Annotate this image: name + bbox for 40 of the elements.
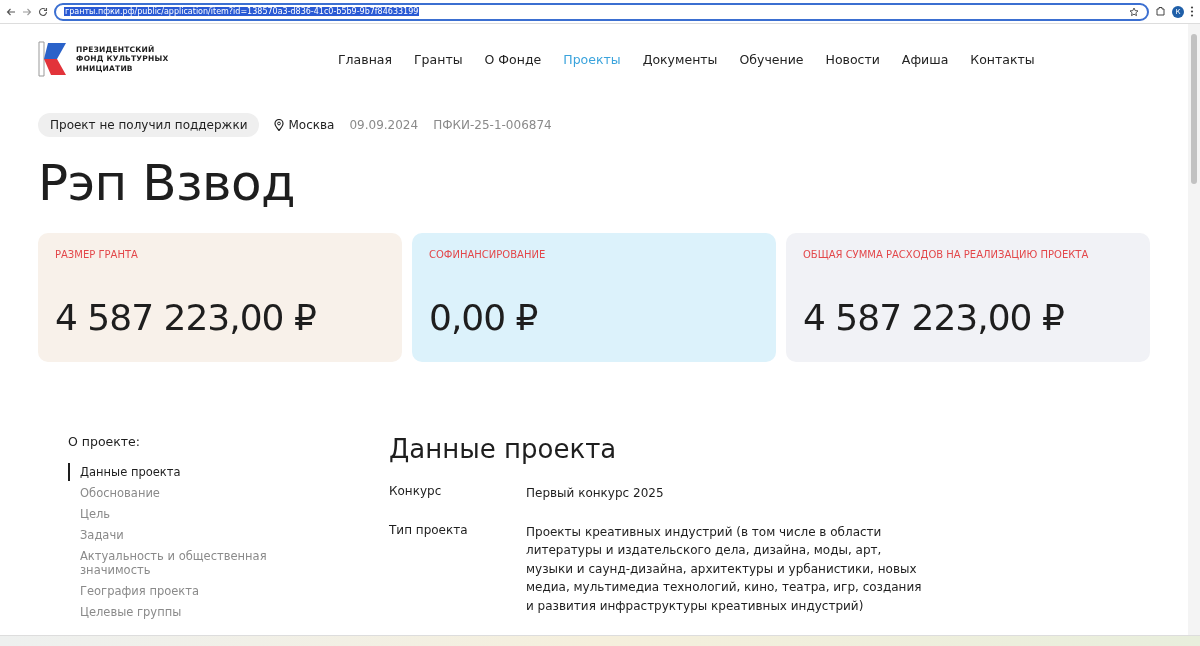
field-label: Конкурс: [389, 484, 443, 500]
project-code: ПФКИ-25-1-006874: [433, 118, 552, 132]
project-title: Рэп Взвод: [38, 153, 297, 213]
section-title: Данные проекта: [389, 434, 618, 464]
sidebar-link[interactable]: География проекта: [68, 582, 270, 600]
nav-link[interactable]: Гранты: [414, 51, 463, 67]
nav-link[interactable]: Новости: [825, 51, 880, 67]
field-value: Проекты креативных индустрий (в том числе в области литературы и издательского дела, дизайна, моды, арт, музыки и саунд-дизайна, архитектуры и урбанистики, новых медиа, мультимедиа технологий, кино, театра, игр, создания и развития инфраструктуры креативных индустрий): [526, 523, 923, 615]
card-amount: 4 587 223,00 ₽: [803, 297, 1065, 338]
location-pin-icon: [274, 119, 285, 131]
card-label: РАЗМЕР ГРАНТА: [55, 249, 139, 260]
city-label: Москва: [288, 118, 335, 132]
sidebar-link[interactable]: Данные проекта: [68, 463, 270, 481]
logo-icon: [38, 41, 68, 77]
date-label: 09.09.2024: [349, 118, 419, 132]
card-amount: 4 587 223,00 ₽: [55, 297, 317, 338]
nav-link[interactable]: Афиша: [901, 51, 949, 67]
sidebar-link[interactable]: Обоснование: [68, 484, 270, 502]
sidebar-link[interactable]: Задачи: [68, 526, 270, 544]
field-value: Первый конкурс 2025: [526, 485, 665, 502]
sidebar-link[interactable]: Целевые группы: [68, 603, 270, 621]
field-label: Тип проекта: [389, 522, 469, 539]
sidebar-link[interactable]: Актуальность и общественная значимость: [68, 547, 270, 579]
card-label: СОФИНАНСИРОВАНИЕ: [429, 249, 547, 260]
address-bar[interactable]: гранты.пфки.рф/public/application/item?id=138570a3-d836-41c0-b5b9-9b7f84633199: [54, 2, 1149, 21]
back-icon[interactable]: [6, 6, 16, 17]
star-icon[interactable]: [1129, 6, 1139, 17]
nav-link[interactable]: Контакты: [970, 51, 1035, 67]
nav-link[interactable]: Документы: [642, 51, 718, 67]
card-label: ОБЩАЯ СУММА РАСХОДОВ НА РЕАЛИЗАЦИЮ ПРОЕКТА: [803, 249, 1090, 260]
nav-link[interactable]: О Фонде: [484, 51, 542, 67]
nav-link[interactable]: Главная: [338, 51, 392, 67]
reload-icon[interactable]: [38, 6, 48, 17]
card-amount: 0,00 ₽: [429, 297, 539, 338]
menu-icon[interactable]: [1190, 6, 1194, 17]
sidebar-title: О проекте:: [68, 434, 141, 449]
scrollbar[interactable]: [1188, 24, 1200, 635]
nav-link[interactable]: Обучение: [739, 51, 804, 67]
status-badge: Проект не получил поддержки: [38, 113, 260, 137]
sidebar-link[interactable]: Цель: [68, 505, 270, 523]
